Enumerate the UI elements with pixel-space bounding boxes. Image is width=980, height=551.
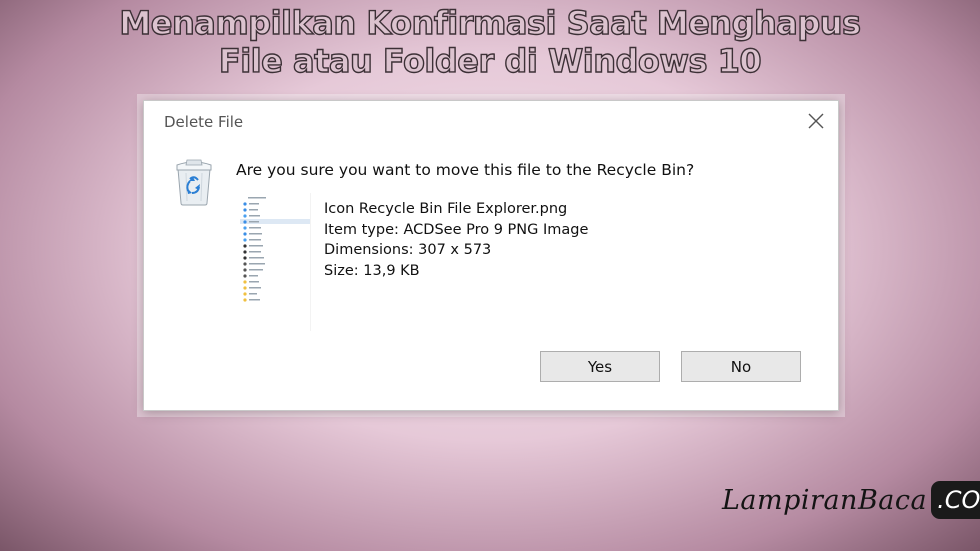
- dialog-title: Delete File: [164, 113, 244, 131]
- confirmation-question: Are you sure you want to move this file …: [236, 161, 695, 179]
- file-size: Size: 13,9 KB: [324, 262, 420, 279]
- delete-file-dialog: Delete File Are you sure you want to mov…: [143, 100, 839, 411]
- file-details: Icon Recycle Bin File Explorer.png Item …: [324, 199, 588, 281]
- yes-button[interactable]: Yes: [540, 351, 660, 382]
- page-title-line-1: Menampilkan Konfirmasi Saat Menghapus: [119, 3, 862, 42]
- dialog-content: Are you sure you want to move this file …: [144, 147, 838, 410]
- file-thumbnail: [238, 193, 311, 331]
- watermark-script-text: LampiranBaca: [722, 484, 928, 516]
- watermark-com-badge: .COM: [931, 481, 980, 519]
- watermark-logo: LampiranBaca .COM: [722, 478, 980, 522]
- close-icon: [808, 113, 824, 129]
- page-title: Menampilkan Konfirmasi Saat Menghapus Fi…: [0, 3, 980, 80]
- page-title-line-2: File atau Folder di Windows 10: [218, 41, 762, 80]
- file-dimensions: Dimensions: 307 x 573: [324, 242, 492, 258]
- close-button[interactable]: [802, 107, 830, 135]
- file-item-type: Item type: ACDSee Pro 9 PNG Image: [324, 221, 589, 238]
- file-name: Icon Recycle Bin File Explorer.png: [324, 201, 568, 217]
- recycle-bin-icon: [176, 159, 212, 206]
- no-button[interactable]: No: [681, 351, 801, 382]
